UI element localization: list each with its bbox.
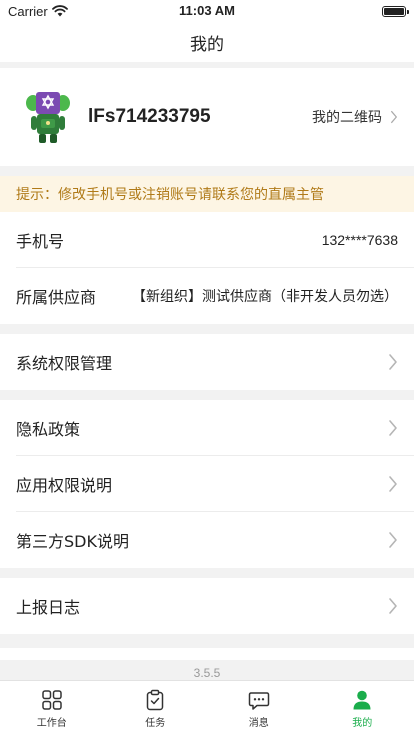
chat-bubble-icon	[248, 691, 269, 710]
chevron-right-icon	[389, 476, 397, 492]
phone-row: 手机号 132****7638	[0, 212, 414, 268]
tab-tasks[interactable]: 任务	[104, 681, 208, 736]
carrier-label: Carrier	[8, 3, 48, 19]
supplier-value: 【新组织】测试供应商（非开发人员勿选）	[132, 289, 398, 305]
blank-strip	[0, 648, 414, 660]
section-gap	[0, 166, 414, 176]
permission-mgmt-row[interactable]: 系统权限管理	[0, 334, 414, 390]
my-qrcode-link[interactable]: 我的二维码	[312, 107, 398, 127]
robot-avatar-icon	[26, 92, 70, 143]
tab-bar: 工作台 任务 消息 我的	[0, 680, 414, 736]
tab-workbench[interactable]: 工作台	[0, 681, 104, 736]
third-party-sdk-label: 第三方SDK说明	[16, 532, 129, 551]
phone-label: 手机号	[16, 232, 65, 251]
grid-icon	[42, 689, 62, 710]
chevron-right-icon	[391, 110, 397, 124]
person-icon	[353, 690, 371, 709]
chevron-right-icon	[389, 598, 397, 614]
tip-banner: 提示：修改手机号或注销账号请联系您的直属主管	[0, 176, 414, 212]
clipboard-check-icon	[147, 689, 164, 710]
section-gap	[0, 568, 414, 578]
avatar[interactable]	[24, 89, 72, 145]
chevron-right-icon	[389, 420, 397, 436]
tab-mine[interactable]: 我的	[311, 681, 414, 736]
tab-label: 工作台	[36, 717, 67, 729]
supplier-label: 所属供应商	[16, 288, 97, 307]
section-gap	[0, 390, 414, 400]
tab-messages[interactable]: 消息	[207, 681, 311, 736]
privacy-policy-row[interactable]: 隐私政策	[0, 400, 414, 456]
third-party-sdk-row[interactable]: 第三方SDK说明	[0, 512, 414, 568]
profile-card: lFs714233795 我的二维码	[0, 68, 414, 166]
report-log-label: 上报日志	[16, 598, 81, 617]
qr-label: 我的二维码	[312, 110, 382, 126]
app-permission-row[interactable]: 应用权限说明	[0, 456, 414, 512]
section-gap	[0, 324, 414, 334]
tip-text: 提示：修改手机号或注销账号请联系您的直属主管	[16, 187, 324, 203]
wifi-icon	[51, 5, 68, 17]
tab-label: 我的	[352, 717, 373, 729]
status-bar: Carrier 11:03 AM	[0, 0, 414, 22]
tab-label: 消息	[248, 717, 269, 729]
username: lFs714233795	[88, 106, 211, 127]
app-permission-label: 应用权限说明	[16, 476, 113, 495]
chevron-right-icon	[389, 532, 397, 548]
phone-value: 132****7638	[321, 232, 398, 248]
status-left: Carrier	[8, 4, 68, 19]
permission-mgmt-label: 系统权限管理	[16, 354, 113, 373]
privacy-policy-label: 隐私政策	[16, 420, 81, 439]
tab-label: 任务	[145, 717, 166, 729]
battery-icon	[382, 5, 409, 17]
page-title: 我的	[190, 34, 224, 54]
section-gap	[0, 634, 414, 648]
report-log-row[interactable]: 上报日志	[0, 578, 414, 634]
version-label: 3.5.5	[193, 666, 221, 680]
chevron-right-icon	[389, 354, 397, 370]
nav-bar: 我的	[0, 22, 414, 62]
supplier-row: 所属供应商 【新组织】测试供应商（非开发人员勿选）	[0, 268, 414, 324]
